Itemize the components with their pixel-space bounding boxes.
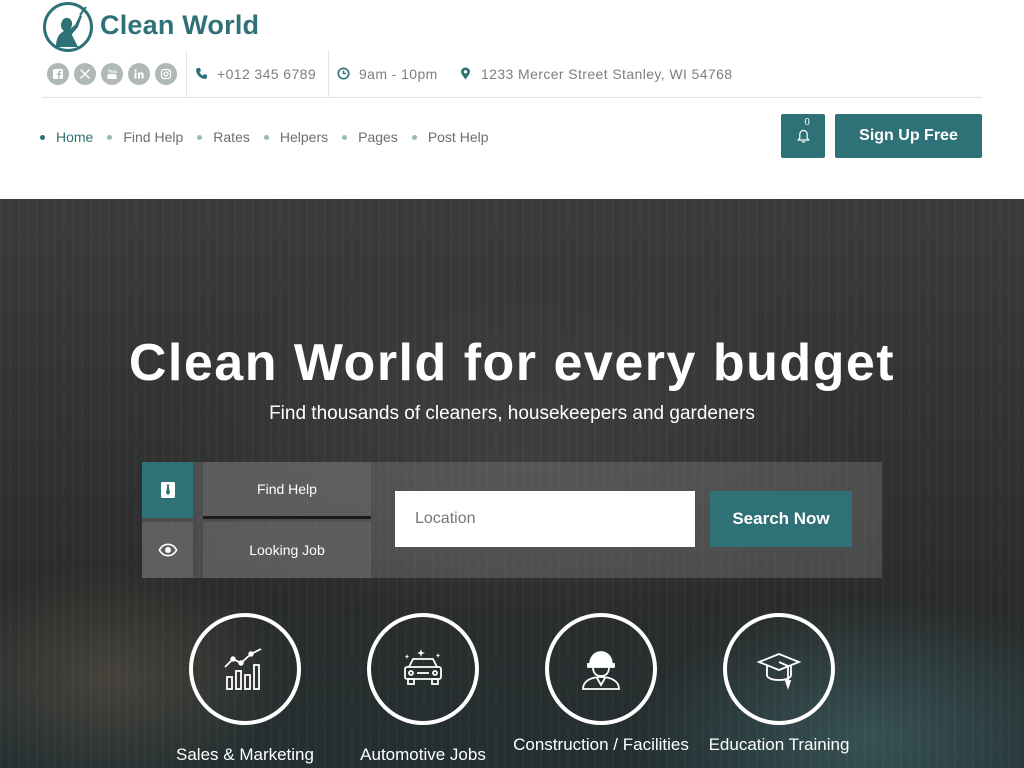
contact-phone: +012 345 6789 — [187, 49, 329, 98]
tab-find-help-icon-button[interactable] — [142, 462, 193, 518]
top-info-bar: You +012 345 6789 9am - 10pm 1233 Mercer… — [42, 49, 982, 98]
category-icon-circle — [189, 613, 301, 725]
street-address: 1233 Mercer Street Stanley, WI 54768 — [481, 65, 733, 82]
signup-button[interactable]: Sign Up Free — [835, 114, 982, 158]
nav-label: Find Help — [123, 129, 184, 145]
chart-growth-icon — [224, 648, 262, 690]
svg-text:You: You — [107, 69, 117, 75]
nav-item-pages[interactable]: Pages — [342, 125, 398, 149]
category-icon-circle — [367, 613, 479, 725]
nav-item-post-help[interactable]: Post Help — [411, 125, 489, 149]
brand-name: Clean World — [100, 9, 260, 40]
tab-find-help[interactable]: Find Help — [203, 462, 371, 519]
contact-hours: 9am - 10pm — [329, 50, 459, 98]
category-icon-circle — [545, 613, 657, 725]
car-icon — [404, 649, 442, 685]
social-links: You — [42, 49, 187, 98]
category-label: Education Training — [708, 735, 850, 754]
hero-section: Clean World for every budget Find thousa… — [0, 199, 1024, 768]
map-pin-icon — [461, 67, 470, 80]
nav-item-helpers[interactable]: Helpers — [263, 125, 329, 149]
contact-address: 1233 Mercer Street Stanley, WI 54768 — [459, 50, 732, 98]
brand-logo[interactable]: Clean World — [42, 1, 259, 53]
category-automotive-jobs[interactable]: Automotive Jobs — [333, 613, 513, 764]
nav-item-home[interactable]: Home — [40, 125, 93, 149]
instagram-icon[interactable] — [155, 62, 177, 85]
nav-label: Pages — [358, 129, 398, 145]
category-icon-circle — [723, 613, 835, 725]
nav-label: Home — [56, 129, 94, 145]
category-construction-facilities[interactable]: Construction / Facilities — [511, 613, 691, 754]
hero-title: Clean World for every budget — [128, 334, 896, 392]
nav-item-find-help[interactable]: Find Help — [107, 125, 183, 149]
linkedin-icon[interactable] — [128, 62, 150, 85]
facebook-icon[interactable] — [47, 62, 69, 85]
search-panel: Find Help Looking Job Search Now — [142, 462, 882, 578]
nav-label: Post Help — [427, 129, 489, 145]
category-label: Automotive Jobs — [360, 745, 486, 764]
notifications-button[interactable]: 0 — [781, 114, 825, 158]
category-education-training[interactable]: Education Training — [689, 613, 869, 754]
tab-looking-job[interactable]: Looking Job — [203, 522, 371, 578]
worker-helmet-icon — [582, 651, 620, 690]
nav-bullet — [263, 134, 269, 140]
eye-icon — [157, 543, 178, 557]
tab-looking-job-icon-button[interactable] — [142, 522, 193, 578]
notification-count: 0 — [804, 118, 810, 128]
category-label: Construction / Facilities — [513, 735, 689, 754]
nav-label: Helpers — [279, 129, 329, 145]
nav-bullet — [197, 134, 203, 140]
bell-icon — [796, 129, 810, 143]
hero-subtitle: Find thousands of cleaners, housekeepers… — [269, 403, 755, 424]
category-label: Sales & Marketing — [176, 745, 314, 764]
nav-bullet — [40, 134, 45, 140]
nav-bullet — [342, 134, 348, 140]
main-nav: Home Find Help Rates Helpers Pages Post … — [40, 125, 503, 149]
logo-icon — [43, 2, 93, 52]
phone-number: +012 345 6789 — [217, 65, 317, 82]
graduation-cap-icon — [756, 653, 802, 690]
opening-hours: 9am - 10pm — [359, 65, 438, 82]
nav-label: Rates — [213, 129, 250, 145]
twitter-x-icon[interactable] — [74, 62, 96, 85]
phone-icon — [196, 68, 207, 79]
nav-item-rates[interactable]: Rates — [197, 125, 250, 149]
location-input[interactable] — [395, 491, 695, 547]
youtube-icon[interactable]: You — [101, 62, 123, 85]
nav-bullet — [107, 134, 113, 140]
clock-icon — [337, 67, 350, 80]
search-now-button[interactable]: Search Now — [710, 491, 852, 547]
tie-icon — [160, 482, 175, 498]
category-sales-marketing[interactable]: Sales & Marketing — [155, 613, 335, 764]
nav-bullet — [411, 134, 417, 140]
